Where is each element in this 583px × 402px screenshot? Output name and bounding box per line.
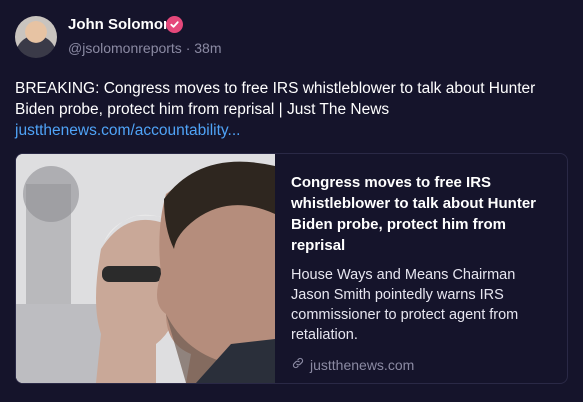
link-preview-card[interactable]: Congress moves to free IRS whistleblower…: [15, 153, 568, 384]
author-handle[interactable]: @jsolomonreports: [68, 40, 182, 56]
card-domain[interactable]: justthenews.com: [291, 356, 556, 373]
link-icon: [291, 356, 305, 373]
verified-badge-icon: [166, 16, 183, 33]
timestamp[interactable]: 38m: [194, 40, 221, 56]
author-name[interactable]: John Solomon: [68, 16, 172, 33]
card-title[interactable]: Congress moves to free IRS whistleblower…: [291, 172, 556, 256]
card-description: House Ways and Means Chairman Jason Smit…: [291, 267, 519, 343]
avatar[interactable]: [15, 16, 57, 58]
post-link[interactable]: justthenews.com/accountability...: [15, 120, 570, 141]
post-body: BREAKING: Congress moves to free IRS whi…: [15, 80, 536, 118]
handle-row: @jsolomonreports · 38m: [68, 40, 222, 56]
post-text: BREAKING: Congress moves to free IRS whi…: [15, 78, 570, 141]
card-body: Congress moves to free IRS whistleblower…: [291, 172, 556, 373]
card-image[interactable]: [16, 154, 275, 383]
post: John Solomon @jsolomonreports · 38m BREA…: [0, 0, 583, 402]
card-domain-text: justthenews.com: [310, 356, 415, 373]
separator: ·: [185, 40, 191, 56]
